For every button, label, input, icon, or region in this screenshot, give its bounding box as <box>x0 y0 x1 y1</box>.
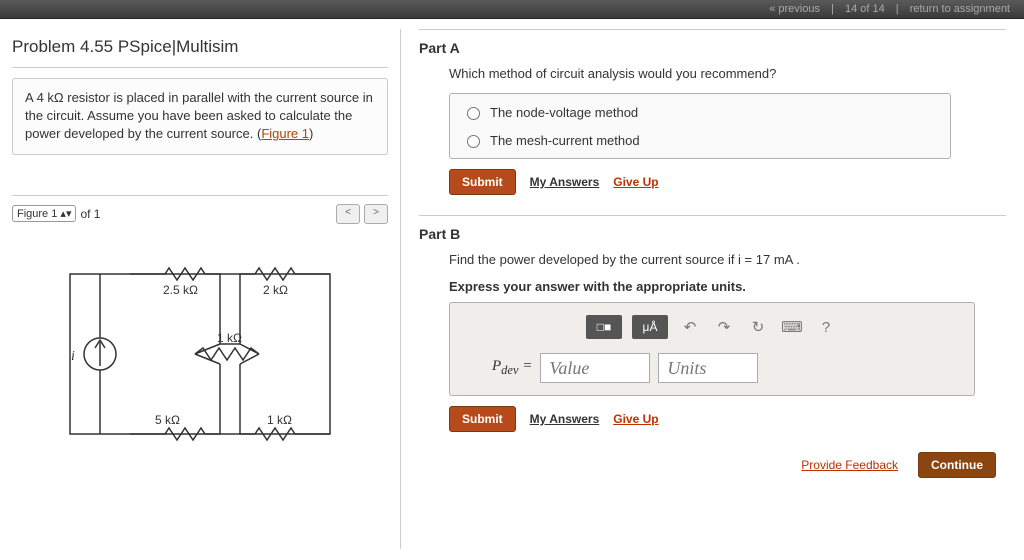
part-b-question: Find the power developed by the current … <box>419 252 1006 267</box>
help-icon[interactable]: ? <box>814 315 838 339</box>
option-node-voltage[interactable]: The node-voltage method <box>450 98 950 126</box>
submit-button-a[interactable]: Submit <box>449 169 516 195</box>
svg-text:5 kΩ: 5 kΩ <box>155 413 180 427</box>
redo-icon[interactable]: ↷ <box>712 315 736 339</box>
svg-text:2 kΩ: 2 kΩ <box>263 283 288 297</box>
figure-count: of 1 <box>80 207 100 221</box>
part-b-title: Part B <box>419 226 1006 242</box>
svg-text:1 kΩ: 1 kΩ <box>267 413 292 427</box>
provide-feedback-link[interactable]: Provide Feedback <box>801 458 898 472</box>
figure-select[interactable]: Figure 1 ▴▾ <box>12 205 76 222</box>
submit-button-b[interactable]: Submit <box>449 406 516 432</box>
my-answers-link-b[interactable]: My Answers <box>530 412 600 426</box>
figure-prev-button[interactable]: < <box>336 204 360 224</box>
radio-node-voltage[interactable] <box>467 107 480 120</box>
option-mesh-current[interactable]: The mesh-current method <box>450 126 950 154</box>
continue-button[interactable]: Continue <box>918 452 996 478</box>
problem-title: Problem 4.55 PSpice|Multisim <box>12 29 388 68</box>
keyboard-icon[interactable]: ⌨ <box>780 315 804 339</box>
part-a-options: The node-voltage method The mesh-current… <box>449 93 951 159</box>
units-input[interactable] <box>658 353 758 383</box>
circuit-diagram: i 2.5 kΩ 2 kΩ 1 kΩ 5 kΩ 1 kΩ <box>45 254 355 454</box>
give-up-link-a[interactable]: Give Up <box>613 175 658 189</box>
radio-mesh-current[interactable] <box>467 135 480 148</box>
svg-text:i: i <box>71 349 75 364</box>
problem-statement: A 4 kΩ resistor is placed in parallel wi… <box>12 78 388 155</box>
format-tool[interactable]: □■ <box>586 315 622 339</box>
undo-icon[interactable]: ↶ <box>678 315 702 339</box>
svg-text:2.5 kΩ: 2.5 kΩ <box>163 283 198 297</box>
value-input[interactable] <box>540 353 650 383</box>
page-counter: 14 of 14 <box>845 3 885 15</box>
top-nav-bar: « previous | 14 of 14 | return to assign… <box>0 0 1024 19</box>
chevron-updown-icon: ▴▾ <box>60 208 71 220</box>
my-answers-link-a[interactable]: My Answers <box>530 175 600 189</box>
variable-label: Pdev = <box>492 358 532 378</box>
figure-next-button[interactable]: > <box>364 204 388 224</box>
return-link[interactable]: return to assignment <box>910 3 1010 15</box>
answer-box: □■ μÅ ↶ ↷ ↻ ⌨ ? Pdev = <box>449 302 975 396</box>
part-a-question: Which method of circuit analysis would y… <box>419 66 1006 81</box>
give-up-link-b[interactable]: Give Up <box>613 412 658 426</box>
part-b-instruction: Express your answer with the appropriate… <box>449 279 1006 294</box>
svg-text:1 kΩ: 1 kΩ <box>217 331 242 345</box>
reset-icon[interactable]: ↻ <box>746 315 770 339</box>
previous-link[interactable]: « previous <box>769 3 820 15</box>
figure-link[interactable]: Figure 1 <box>261 126 309 141</box>
units-tool[interactable]: μÅ <box>632 315 668 339</box>
part-a-title: Part A <box>419 40 1006 56</box>
